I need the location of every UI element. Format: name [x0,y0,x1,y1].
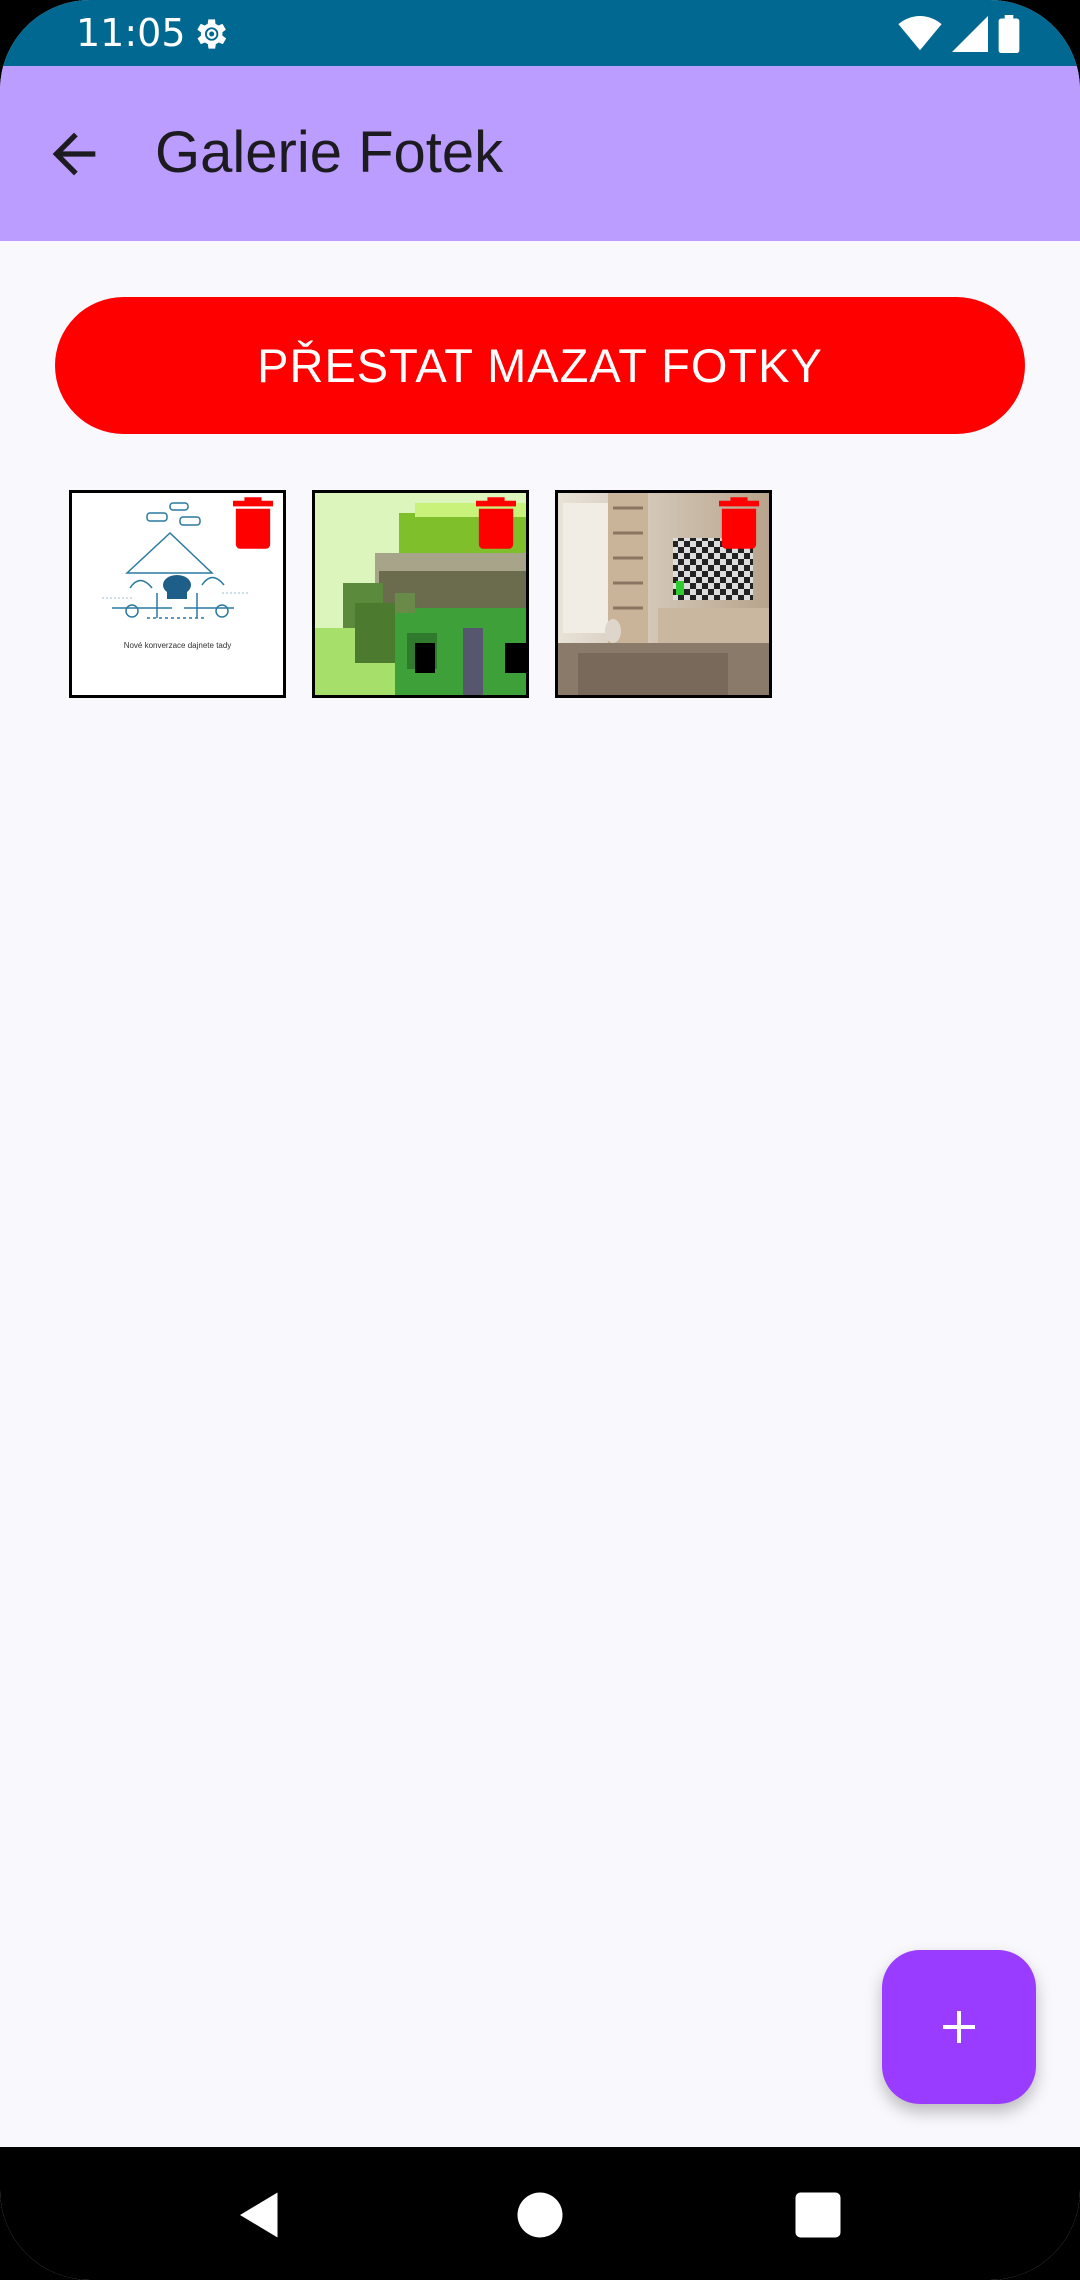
trash-icon[interactable] [719,497,759,549]
system-nav-bar [0,2147,1080,2280]
status-time: 11:05 [76,11,186,55]
photo-thumbnail-3[interactable] [555,490,772,698]
trash-icon[interactable] [476,497,516,549]
settings-gear-icon [197,19,227,49]
stop-deleting-photos-button[interactable]: PŘESTAT MAZAT FOTKY [55,297,1025,434]
nav-back-icon[interactable] [230,2185,290,2245]
nav-recents-icon[interactable] [788,2185,848,2245]
screen: 11:05 Galerie Fotek PŘESTAT MAZAT FOTKY [0,0,1080,2280]
trash-icon[interactable] [233,497,273,549]
status-bar: 11:05 [0,0,1080,66]
page-title: Galerie Fotek [155,120,504,185]
app-bar: Galerie Fotek [0,66,1080,241]
add-photo-button[interactable] [882,1950,1036,2104]
cellular-signal-icon [952,16,988,52]
nav-home-icon[interactable] [510,2185,570,2245]
plus-icon [943,2011,975,2043]
wifi-icon [898,16,942,51]
photo-thumbnail-2[interactable] [312,490,529,698]
arrow-back-icon[interactable] [42,122,106,186]
photo-1-caption: Nové konverzace dajnete tady [123,641,232,650]
status-icons [898,14,1020,54]
stop-deleting-photos-label: PŘESTAT MAZAT FOTKY [257,339,823,392]
photo-thumbnail-1[interactable]: Nové konverzace dajnete tady [69,490,286,698]
battery-icon [998,15,1020,53]
